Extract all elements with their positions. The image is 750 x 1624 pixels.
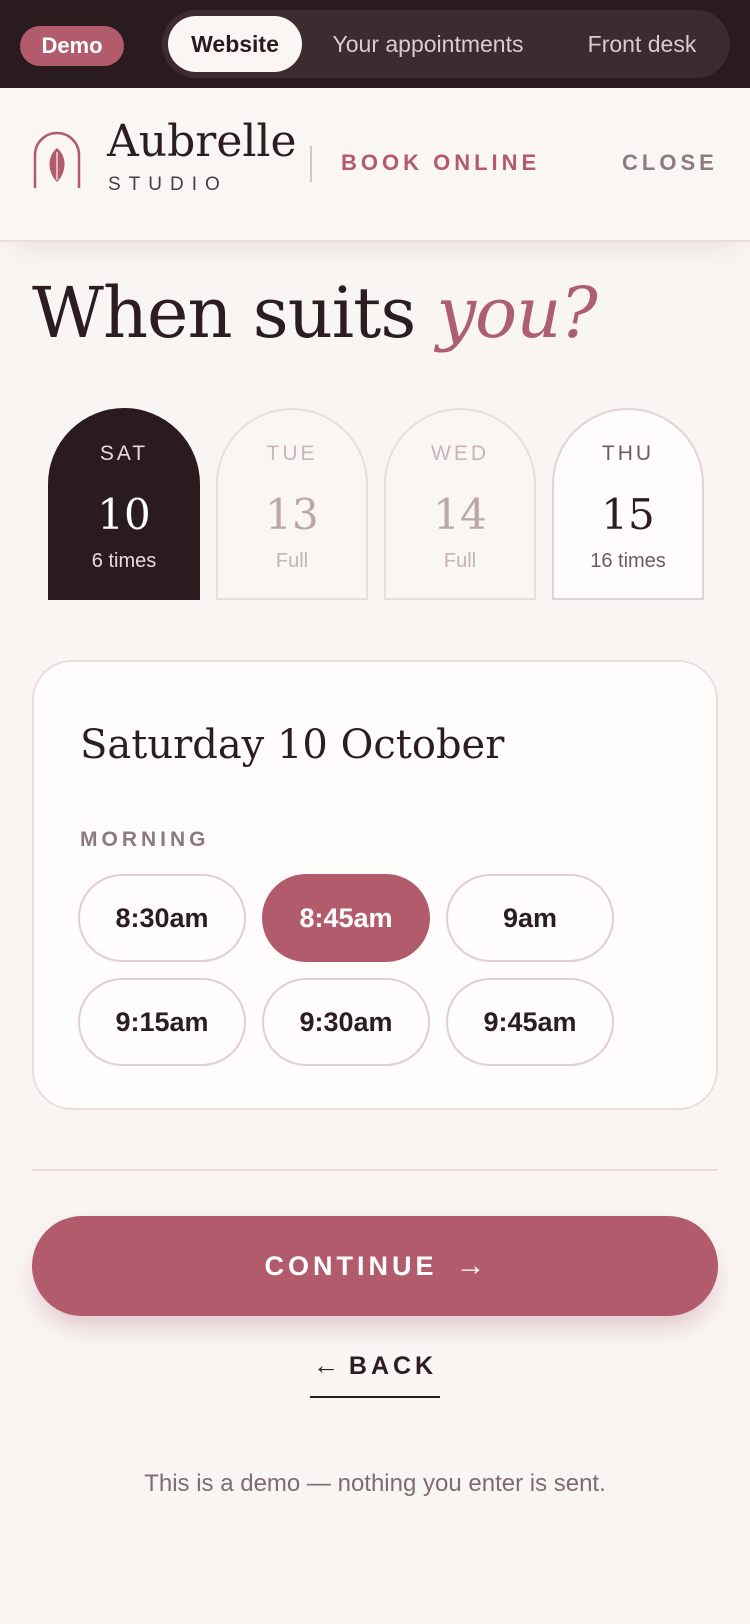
day-availability: 16 times <box>590 550 666 572</box>
day-availability: Full <box>443 550 477 572</box>
continue-button[interactable]: CONTINUE → <box>32 1216 718 1316</box>
day-card-thu-15[interactable]: THU 15 16 times <box>552 408 704 600</box>
back-button[interactable]: ← BACK <box>310 1350 440 1398</box>
time-slot-button[interactable]: 8:30am <box>78 874 246 962</box>
section-label-morning: MORNING <box>80 828 210 851</box>
day-availability: 6 times <box>91 550 157 572</box>
day-weekday: WED <box>431 442 489 465</box>
arrow-left-icon: ← <box>312 1350 339 1380</box>
leaf-arch-icon <box>33 131 81 188</box>
tab-website[interactable]: Website <box>168 16 302 72</box>
view-switcher: Website Your appointments Front desk <box>162 10 730 78</box>
brand-name[interactable]: Aubrelle <box>107 116 297 167</box>
time-slot-button[interactable]: 9:15am <box>78 978 246 1066</box>
page-title-accent: you? <box>436 272 598 354</box>
day-number: 10 <box>97 490 151 539</box>
day-card-tue-13: TUE 13 Full <box>216 408 368 600</box>
demo-disclaimer: This is a demo — nothing you enter is se… <box>144 1470 606 1497</box>
divider <box>32 1169 718 1171</box>
selected-date-title: Saturday 10 October <box>80 722 505 768</box>
page-title: When suits you? <box>32 272 598 354</box>
time-slot-button[interactable]: 9am <box>446 874 614 962</box>
arrow-right-icon: → <box>455 1249 486 1282</box>
continue-label: CONTINUE <box>264 1251 438 1281</box>
day-availability: Full <box>275 550 309 572</box>
demo-bar: Demo Website Your appointments Front des… <box>0 0 750 88</box>
time-slots-panel: Saturday 10 October MORNING 8:30am 8:45a… <box>32 660 718 1110</box>
time-slot-button[interactable]: 9:45am <box>446 978 614 1066</box>
book-online-label: BOOK ONLINE <box>341 150 541 175</box>
tab-front-desk[interactable]: Front desk <box>562 16 722 72</box>
back-label: BACK <box>348 1352 438 1380</box>
day-weekday: SAT <box>99 442 149 465</box>
header-divider <box>310 146 312 182</box>
day-weekday: THU <box>601 442 655 465</box>
day-weekday: TUE <box>266 442 318 465</box>
day-number: 14 <box>433 490 487 539</box>
day-number: 13 <box>265 490 319 539</box>
day-card-wed-14: WED 14 Full <box>384 408 536 600</box>
day-card-sat-10[interactable]: SAT 10 6 times <box>48 408 200 600</box>
day-number: 15 <box>601 490 655 539</box>
site-header: Aubrelle STUDIO BOOK ONLINE CLOSE <box>0 88 750 242</box>
time-slot-button[interactable]: 9:30am <box>262 978 430 1066</box>
demo-badge: Demo <box>20 26 124 66</box>
close-button[interactable]: CLOSE <box>622 150 718 176</box>
brand-subtitle: STUDIO <box>108 174 228 195</box>
page-title-main: When suits <box>32 272 437 354</box>
time-slot-button[interactable]: 8:45am <box>262 874 430 962</box>
tab-your-appointments[interactable]: Your appointments <box>314 16 542 72</box>
